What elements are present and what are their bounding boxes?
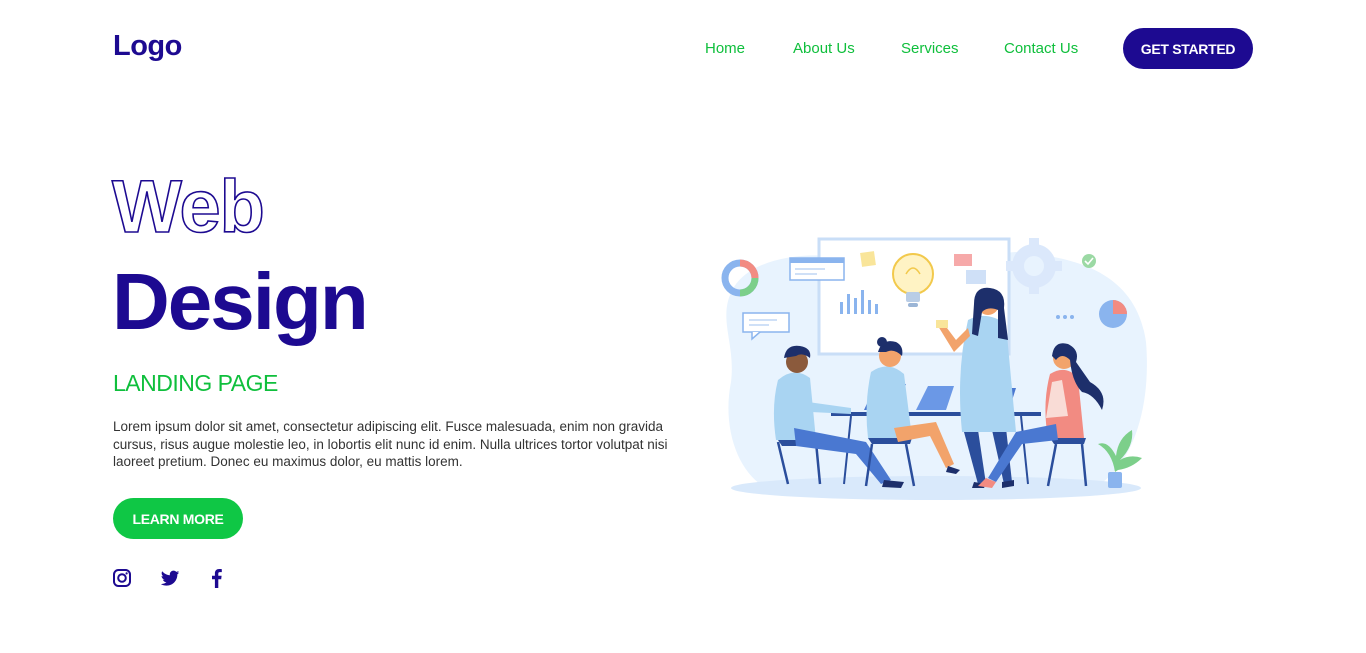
hero-title-solid: Design [112,257,369,346]
check-icon [1082,254,1096,268]
sticky-note-pink [954,254,972,266]
twitter-icon[interactable] [159,567,181,589]
nav-about-link[interactable]: About Us [793,40,855,57]
nav-services-link[interactable]: Services [901,40,959,57]
browser-window-icon [789,257,845,281]
sticky-note-yellow [860,251,876,267]
floor-shadow [731,476,1141,500]
pie-chart-icon [1099,300,1127,328]
sticky-note-blue [966,270,986,284]
nav-contact-link[interactable]: Contact Us [1004,40,1078,57]
hero-description: Lorem ipsum dolor sit amet, consectetur … [113,419,668,469]
nav-home-link[interactable]: Home [705,40,745,57]
hero-title-outline: Web [111,165,265,248]
team-meeting-illustration [721,237,1147,500]
learn-more-button[interactable]: LEARN MORE [113,498,243,539]
facebook-icon[interactable] [206,567,228,589]
dots-icon [1056,315,1074,319]
instagram-icon[interactable] [111,567,133,589]
hero-subtitle: LANDING PAGE [113,370,278,396]
get-started-button[interactable]: GET STARTED [1123,28,1253,69]
